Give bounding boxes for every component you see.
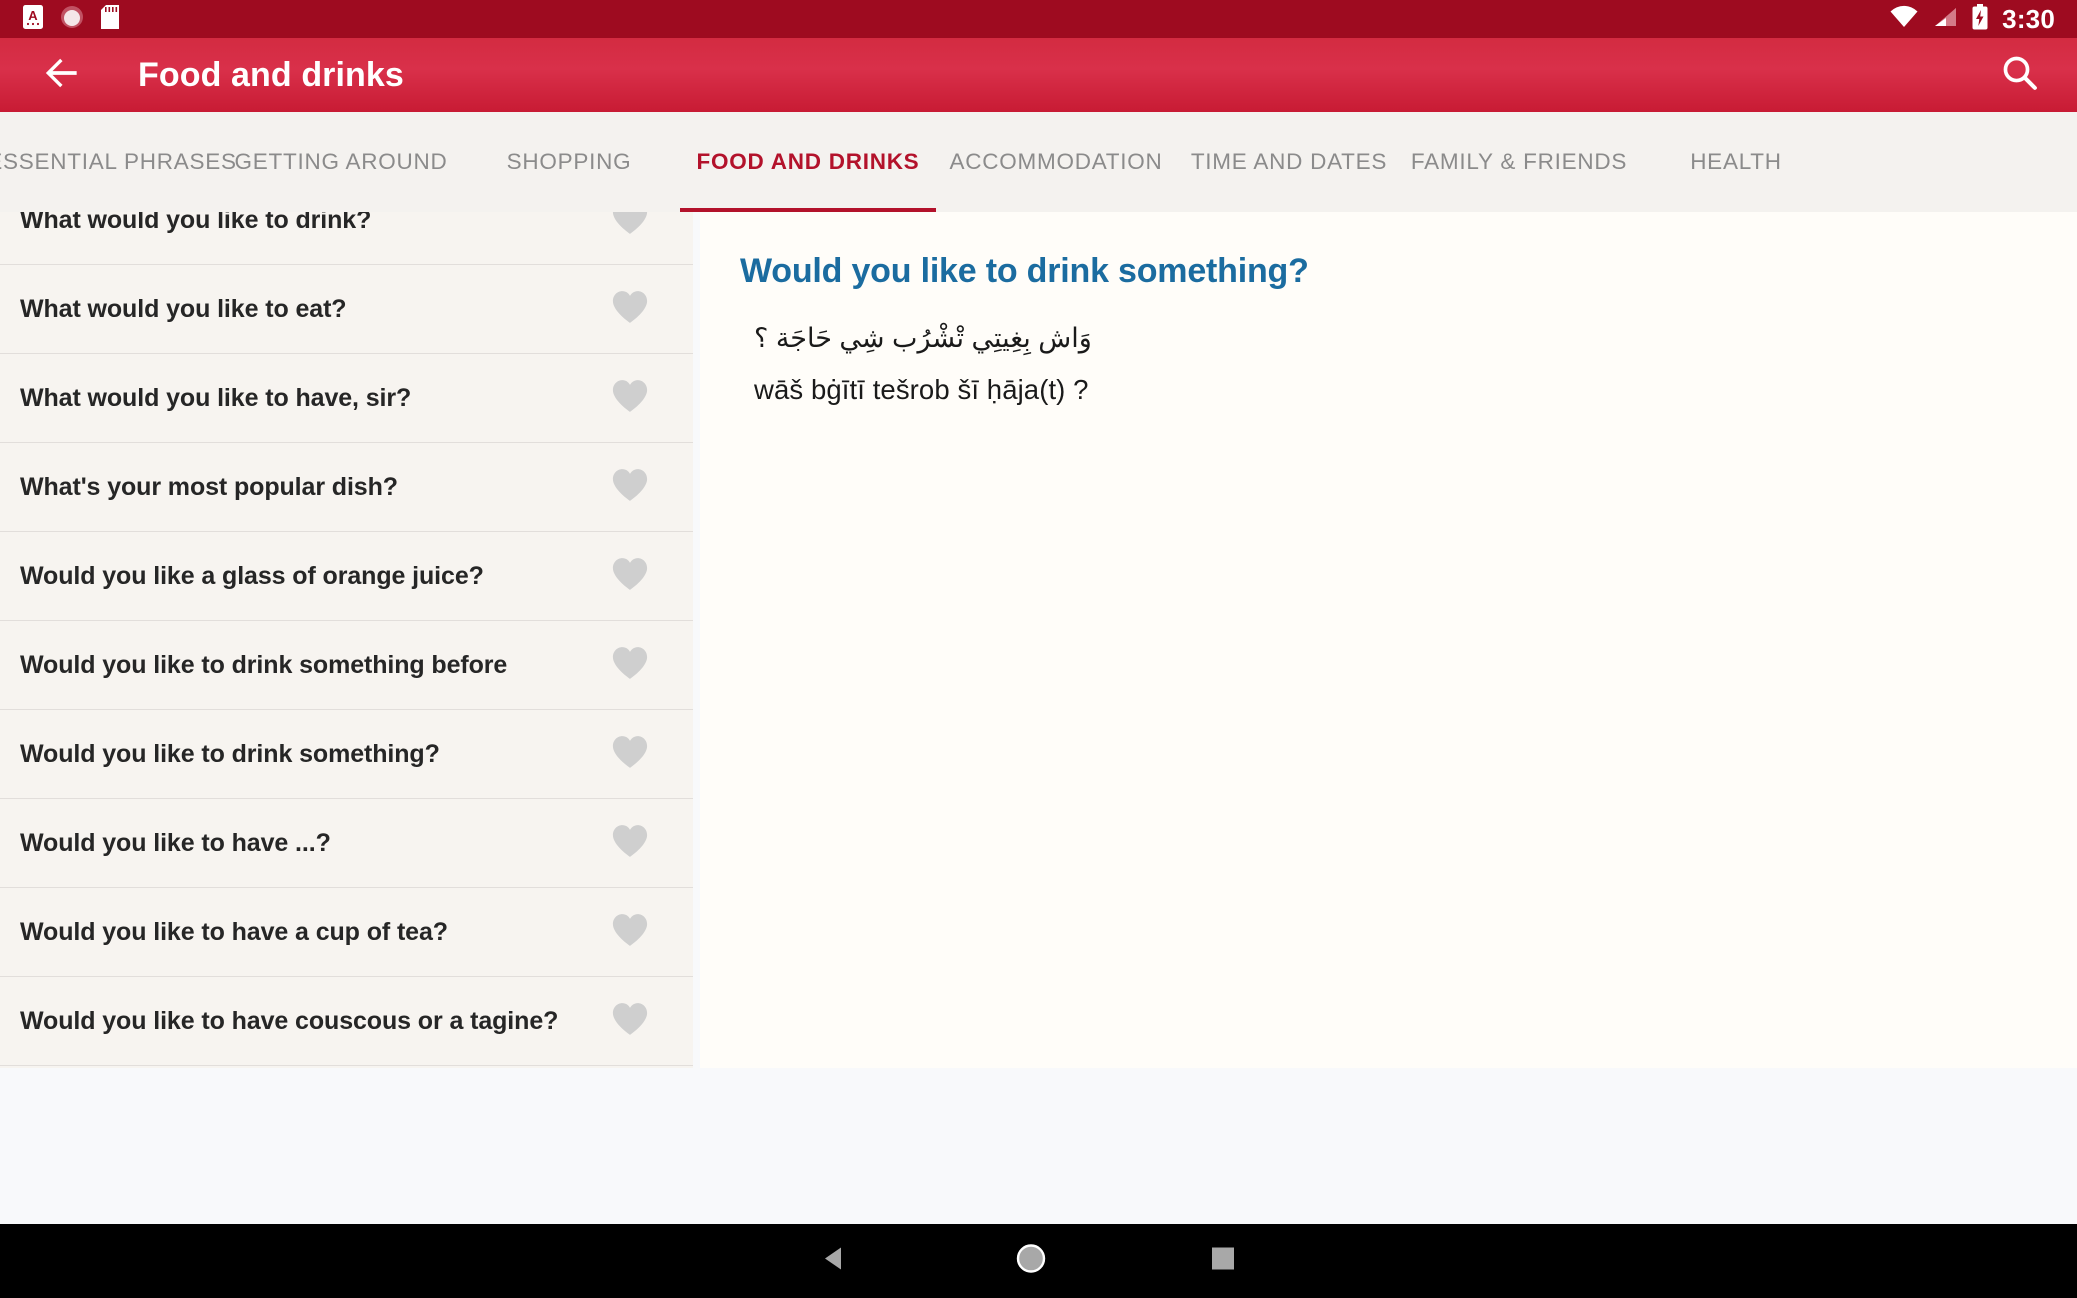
favorite-button[interactable] xyxy=(611,912,649,953)
status-bar-system-icons: 3:30 xyxy=(1889,3,2055,35)
nav-back-triangle-icon xyxy=(818,1242,852,1281)
phrase-list-item[interactable]: What would you like to have, sir? xyxy=(0,354,693,443)
phrase-list-item[interactable]: Would you like to drink something before xyxy=(0,621,693,710)
favorite-button[interactable] xyxy=(611,645,649,686)
tab-accommodation[interactable]: ACCOMMODATION xyxy=(936,112,1176,212)
svg-text:A: A xyxy=(28,8,38,23)
favorite-button[interactable] xyxy=(611,556,649,597)
phrase-list-item-label: What's your most popular dish? xyxy=(20,472,398,501)
search-icon xyxy=(1999,52,2041,99)
wifi-icon xyxy=(1889,5,1919,34)
tab-label: ACCOMMODATION xyxy=(949,149,1163,174)
phrase-list-item-label: What would you like to eat? xyxy=(20,294,347,323)
tab-label: FAMILY & FRIENDS xyxy=(1410,149,1628,174)
favorite-button[interactable] xyxy=(611,823,649,864)
tab-shopping[interactable]: SHOPPING xyxy=(458,112,680,212)
category-tab-strip[interactable]: ESSENTIAL PHRASES GETTING AROUND SHOPPING F… xyxy=(0,112,2077,212)
tab-health[interactable]: HEALTH xyxy=(1636,112,1836,212)
phrase-list-item-label: Would you like to have couscous or a tag… xyxy=(20,1006,559,1035)
heart-icon xyxy=(611,378,649,419)
heart-icon xyxy=(611,734,649,775)
nav-home-circle-icon xyxy=(1014,1242,1048,1281)
nav-recents-button[interactable] xyxy=(1208,1244,1238,1279)
phrase-list-item-label: Would you like to drink something? xyxy=(20,739,440,768)
page-title: Food and drinks xyxy=(138,55,404,94)
phrase-list-item-label: What would you like to drink? xyxy=(20,212,372,234)
sd-card-icon xyxy=(100,4,120,35)
heart-icon xyxy=(611,1001,649,1042)
heart-icon xyxy=(611,912,649,953)
favorite-button[interactable] xyxy=(611,1001,649,1042)
phrase-list-item-label: Would you like a glass of orange juice? xyxy=(20,561,484,590)
tab-label: GETTING AROUND xyxy=(234,149,448,174)
heart-icon xyxy=(611,556,649,597)
heart-icon xyxy=(611,823,649,864)
android-navigation-bar xyxy=(0,1224,2077,1298)
favorite-button[interactable] xyxy=(611,378,649,419)
status-bar-clock: 3:30 xyxy=(2002,4,2055,34)
heart-icon xyxy=(611,467,649,508)
favorite-button[interactable] xyxy=(611,212,649,241)
detail-transliteration-text: wāš bġītī tešrob šī ḥāja(t) ? xyxy=(754,374,1089,406)
phrase-list-item[interactable]: Would you like to have couscous or a tag… xyxy=(0,977,693,1066)
phrase-list-item-label: What would you like to have, sir? xyxy=(20,383,412,412)
nav-home-button[interactable] xyxy=(1014,1242,1048,1281)
circle-notification-icon xyxy=(60,5,84,34)
phrase-list-item[interactable]: What would you like to eat? xyxy=(0,265,693,354)
battery-charging-icon xyxy=(1971,3,1989,35)
phrase-list-item-label: Would you like to have a cup of tea? xyxy=(20,917,448,946)
content-area: What would you like to drink? What would … xyxy=(0,212,2077,1224)
favorite-button[interactable] xyxy=(611,734,649,775)
back-button[interactable] xyxy=(36,49,88,101)
tab-label: TIME AND DATES xyxy=(1190,149,1388,174)
tab-getting-around[interactable]: GETTING AROUND xyxy=(224,112,458,212)
status-bar-notification-icons: A xyxy=(22,4,120,35)
back-arrow-icon xyxy=(40,51,84,100)
nav-back-button[interactable] xyxy=(818,1242,852,1281)
tab-family-friends[interactable]: FAMILY & FRIENDS xyxy=(1402,112,1636,212)
tab-label: SHOPPING xyxy=(506,149,632,174)
search-button[interactable] xyxy=(1993,48,2047,102)
heart-icon xyxy=(611,212,649,241)
phrase-list-item-label: Would you like to drink something before xyxy=(20,650,508,679)
tab-food-and-drinks[interactable]: FOOD AND DRINKS xyxy=(680,112,936,212)
status-bar: A 3:30 xyxy=(0,0,2077,38)
app-bar: Food and drinks xyxy=(0,38,2077,112)
tab-label: FOOD AND DRINKS xyxy=(696,149,920,174)
phrase-list-item[interactable]: What would you like to drink? xyxy=(0,212,693,265)
tab-essential-phrases[interactable]: ESSENTIAL PHRASES xyxy=(0,112,236,212)
favorite-button[interactable] xyxy=(611,289,649,330)
phrase-list-pane[interactable]: What would you like to drink? What would … xyxy=(0,212,693,1068)
detail-title: Would you like to drink something? xyxy=(740,252,1309,290)
phrase-list-item[interactable]: Would you like to have ...? xyxy=(0,799,693,888)
app-notification-icon: A xyxy=(22,4,44,35)
tab-label: HEALTH xyxy=(1690,149,1782,174)
phrase-list-item-label: Would you like to have ...? xyxy=(20,828,331,857)
phrase-list-item[interactable]: What's your most popular dish? xyxy=(0,443,693,532)
phrase-list-item[interactable]: Would you like to drink something? xyxy=(0,710,693,799)
tab-time-and-dates[interactable]: TIME AND DATES xyxy=(1176,112,1402,212)
heart-icon xyxy=(611,289,649,330)
phrase-list-item[interactable]: Would you like a glass of orange juice? xyxy=(0,532,693,621)
favorite-button[interactable] xyxy=(611,467,649,508)
detail-arabic-text: وَاش بِغِيتِي تْشْرُب شِي حَاجَة ؟ xyxy=(754,323,1092,353)
heart-icon xyxy=(611,645,649,686)
nav-recents-square-icon xyxy=(1208,1244,1238,1279)
cellular-signal-icon xyxy=(1932,5,1958,34)
phrase-list-item[interactable]: Would you like to have a cup of tea? xyxy=(0,888,693,977)
tab-label: ESSENTIAL PHRASES xyxy=(0,149,237,174)
phrase-detail-pane: Would you like to drink something? وَاش … xyxy=(700,212,2077,1068)
